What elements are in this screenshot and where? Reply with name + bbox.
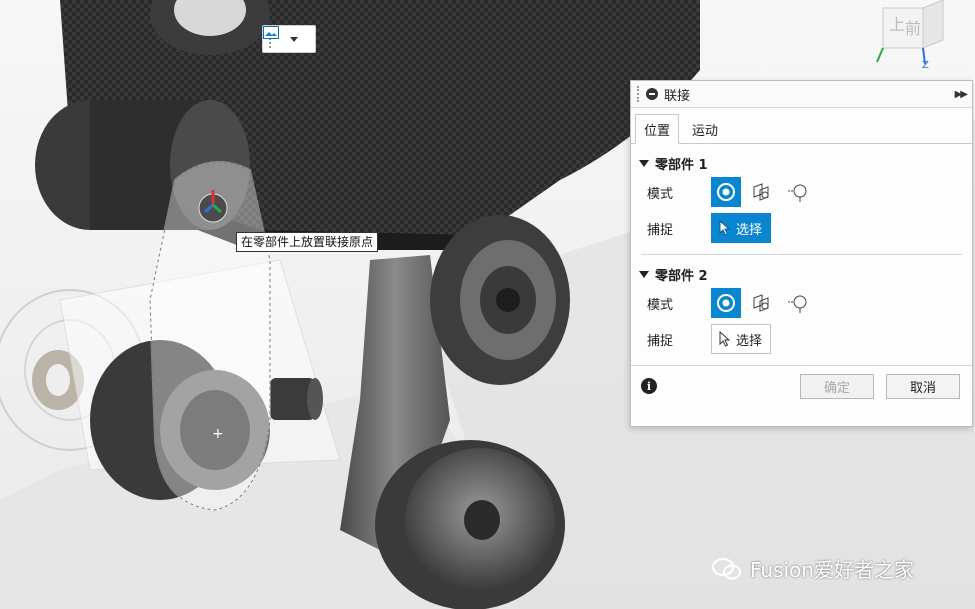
component2-title: 零部件 2: [655, 268, 708, 284]
snap-label: 捕捉: [647, 333, 674, 349]
dialog-tabs: 位置 运动: [631, 108, 972, 144]
cancel-button[interactable]: 取消: [886, 373, 960, 399]
select-label: 选择: [736, 333, 763, 349]
collapse-triangle-icon[interactable]: [639, 159, 649, 167]
component2-mode-row: 模式: [631, 285, 972, 321]
between-two-faces-button[interactable]: [747, 177, 777, 207]
section-divider: [641, 254, 962, 255]
image-icon: [263, 26, 279, 39]
svg-text:+: +: [212, 426, 224, 442]
between-faces-icon: [753, 183, 769, 201]
wechat-logo-icon: [712, 557, 741, 579]
component2-header[interactable]: 零部件 2: [631, 263, 972, 285]
edge-intersection-icon: [788, 184, 807, 202]
snap-label: 捕捉: [647, 222, 674, 238]
dialog-grip[interactable]: [637, 86, 640, 102]
viewcube-face-front: 前: [905, 19, 921, 38]
simple-snap-icon: [717, 183, 735, 201]
simple-snap-icon: [717, 294, 735, 312]
collapse-triangle-icon[interactable]: [639, 270, 649, 278]
component2-select-button[interactable]: 选择: [711, 324, 772, 354]
component1-header[interactable]: 零部件 1: [631, 152, 972, 174]
watermark-text: Fusion爱好者之家: [750, 558, 914, 582]
dialog-footer: i 确定 取消: [631, 366, 972, 406]
viewcube[interactable]: 上 前 Z: [873, 0, 953, 70]
component1-snap-row: 捕捉 选择: [631, 210, 972, 246]
component1-title: 零部件 1: [655, 157, 708, 173]
viewcube-face-top: 上: [889, 15, 905, 34]
z-axis-label: Z: [922, 60, 929, 70]
mode-label: 模式: [647, 297, 674, 313]
collapse-icon[interactable]: [646, 88, 658, 100]
simple-mode-button[interactable]: [711, 177, 741, 207]
tab-position[interactable]: 位置: [635, 114, 680, 144]
component1-select-button[interactable]: 选择: [711, 213, 772, 243]
render-mode-button[interactable]: [263, 26, 312, 49]
mode-label: 模式: [647, 186, 674, 202]
ok-button[interactable]: 确定: [800, 373, 874, 399]
dialog-title: 联接: [664, 88, 691, 104]
chevron-down-icon: [290, 36, 298, 42]
expand-panel-icon[interactable]: ▶▶: [955, 89, 968, 100]
between-faces-icon: [753, 294, 769, 312]
mini-toolbar[interactable]: [262, 25, 316, 53]
dialog-header[interactable]: 联接 ▶▶: [631, 81, 972, 108]
watermark: Fusion爱好者之家: [712, 554, 914, 583]
joint-dialog: 联接 ▶▶ 位置 运动 零部件 1 模式 捕捉 选择 零部件 2 模式 捕捉 选…: [630, 80, 973, 427]
tab-motion[interactable]: 运动: [683, 114, 727, 143]
between-two-faces-button[interactable]: [747, 288, 777, 318]
placement-tooltip: 在零部件上放置联接原点: [236, 232, 379, 252]
two-edge-intersection-button[interactable]: [783, 288, 813, 318]
edge-intersection-icon: [788, 295, 807, 313]
two-edge-intersection-button[interactable]: [783, 177, 813, 207]
simple-mode-button[interactable]: [711, 288, 741, 318]
cursor-arrow-icon: [719, 331, 731, 347]
select-label: 选择: [736, 222, 763, 238]
component2-snap-row: 捕捉 选择: [631, 321, 972, 357]
component1-mode-row: 模式: [631, 174, 972, 210]
info-icon[interactable]: i: [641, 378, 657, 394]
cursor-arrow-icon: [719, 220, 731, 236]
